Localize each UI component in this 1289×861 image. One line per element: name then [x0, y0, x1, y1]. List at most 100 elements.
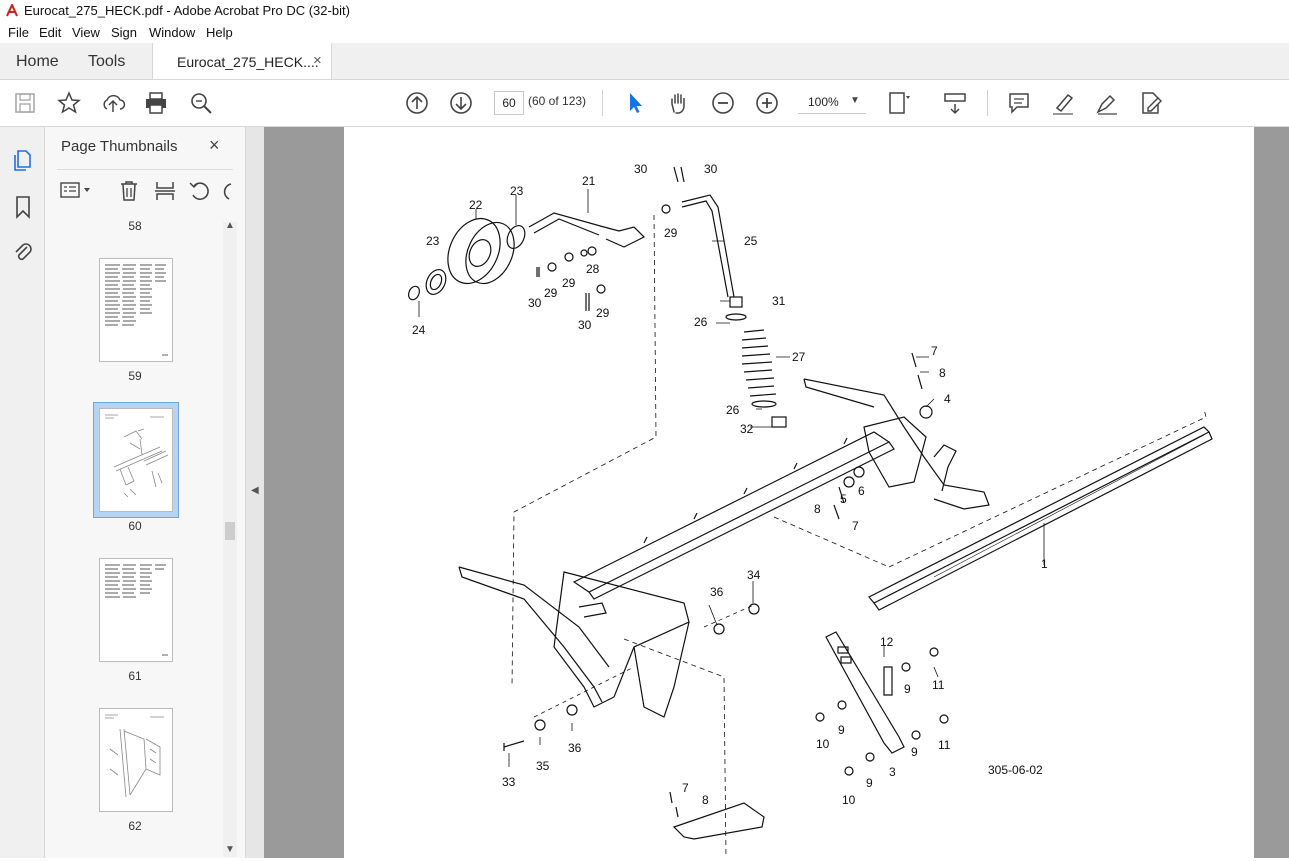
callout-4: 4 [944, 392, 951, 406]
callout-9c: 9 [911, 745, 918, 759]
menu-help[interactable]: Help [206, 25, 233, 40]
thumbnail-preview [105, 564, 168, 656]
thumbnail-page-60[interactable] [99, 408, 173, 512]
print-icon[interactable] [143, 90, 169, 116]
highlight-icon[interactable] [1050, 90, 1076, 116]
callout-3: 3 [889, 765, 896, 779]
thumbnail-preview [105, 264, 168, 356]
callout-23: 23 [426, 234, 440, 248]
callout-29c: 29 [562, 276, 576, 290]
callout-29d: 29 [596, 306, 610, 320]
select-arrow-icon[interactable] [622, 90, 648, 116]
document-viewer[interactable]: 23 22 23 21 30 30 29 25 28 29 29 30 29 3… [264, 127, 1289, 859]
acrobat-logo-icon [6, 4, 18, 17]
scrollbar-thumb[interactable] [225, 522, 235, 540]
zoom-select[interactable]: 100% ▼ [798, 91, 866, 114]
sign-icon[interactable] [1094, 90, 1120, 116]
menu-edit[interactable]: Edit [39, 25, 61, 40]
menu-view[interactable]: View [72, 25, 100, 40]
page-down-icon[interactable] [448, 90, 474, 116]
callout-5: 5 [840, 492, 847, 506]
callout-30b: 30 [704, 162, 718, 176]
tab-tools[interactable]: Tools [88, 53, 125, 71]
delete-icon[interactable] [119, 180, 139, 202]
thumbnail-page-59[interactable] [99, 258, 173, 362]
callout-10b: 10 [842, 793, 856, 807]
menu-window[interactable]: Window [149, 25, 195, 40]
callout-7a: 7 [931, 344, 938, 358]
left-rail [0, 127, 45, 858]
callout-29: 29 [664, 226, 678, 240]
menu-bar: File Edit View Sign Window Help [0, 22, 1289, 43]
callout-8c: 8 [702, 793, 709, 807]
fill-sign-icon[interactable] [1138, 90, 1164, 116]
callout-36a: 36 [710, 585, 724, 599]
window-title: Eurocat_275_HECK.pdf - Adobe Acrobat Pro… [24, 3, 350, 18]
callout-31: 31 [772, 294, 786, 308]
tab-home[interactable]: Home [16, 53, 59, 71]
callout-11b: 11 [938, 738, 951, 752]
exploded-parts-drawing: 23 22 23 21 30 30 29 25 28 29 29 30 29 3… [407, 162, 1213, 859]
comment-icon[interactable] [1006, 90, 1032, 116]
callout-36b: 36 [568, 741, 582, 755]
thumbnail-label: 62 [128, 819, 142, 833]
callout-28: 28 [586, 262, 600, 276]
menu-sign[interactable]: Sign [111, 25, 137, 40]
chevron-down-icon: ▼ [850, 95, 860, 106]
hand-icon[interactable] [666, 90, 692, 116]
save-icon[interactable] [12, 90, 38, 116]
scroll-down-icon[interactable]: ▼ [225, 844, 235, 855]
thumbnail-label: 58 [128, 219, 142, 233]
tab-bar: Home Tools Eurocat_275_HECK.... × [0, 43, 1289, 80]
collapse-panel-icon[interactable]: ◀ [251, 485, 259, 496]
zoom-in-icon[interactable] [754, 90, 780, 116]
toolbar-divider [602, 90, 603, 116]
scroll-mode-icon[interactable] [942, 90, 968, 116]
menu-file[interactable]: File [8, 25, 29, 40]
callout-7c: 7 [682, 781, 689, 795]
thumbnail-toolbar [57, 169, 233, 210]
thumbnail-label: 61 [128, 669, 142, 683]
pdf-page: 23 22 23 21 30 30 29 25 28 29 29 30 29 3… [344, 127, 1254, 859]
panel-close-button[interactable]: × [209, 135, 220, 156]
page-thumbnails-icon[interactable] [12, 148, 34, 172]
callout-24: 24 [412, 323, 426, 337]
tab-document-label: Eurocat_275_HECK.... [177, 54, 319, 70]
attachment-icon[interactable] [12, 240, 34, 264]
tab-close-button[interactable]: × [313, 52, 322, 69]
star-icon[interactable] [56, 90, 82, 116]
upload-icon[interactable] [100, 90, 126, 116]
callout-26b: 26 [726, 403, 740, 417]
title-bar: Eurocat_275_HECK.pdf - Adobe Acrobat Pro… [0, 0, 1289, 22]
panel-title: Page Thumbnails [61, 138, 178, 155]
panel-splitter[interactable]: ◀ [245, 127, 265, 858]
scroll-up-icon[interactable]: ▲ [225, 220, 235, 231]
tab-document[interactable]: Eurocat_275_HECK.... × [152, 43, 332, 79]
callout-33: 33 [502, 775, 516, 789]
page-up-icon[interactable] [404, 90, 430, 116]
thumbnail-page-62[interactable] [99, 708, 173, 812]
rotate-clockwise-icon[interactable] [219, 180, 233, 202]
bookmark-icon[interactable] [14, 195, 32, 219]
callout-30c: 30 [528, 296, 542, 310]
rotate-counterclockwise-icon[interactable] [188, 180, 210, 202]
callout-30d: 30 [578, 318, 592, 332]
thumbnails-panel: Page Thumbnails × 58 59 60 61 62 ▲ ▼ [45, 127, 245, 858]
zoom-search-icon[interactable] [188, 90, 214, 116]
callout-27: 27 [792, 350, 806, 364]
callout-35: 35 [536, 759, 550, 773]
thumbnail-page-61[interactable] [99, 558, 173, 662]
options-menu-icon[interactable] [59, 180, 93, 200]
thumbnail-preview [105, 414, 169, 498]
zoom-out-icon[interactable] [710, 90, 736, 116]
callout-21: 21 [582, 174, 596, 188]
zoom-value: 100% [808, 95, 839, 109]
fit-page-icon[interactable] [886, 90, 912, 116]
extract-page-icon[interactable] [154, 180, 176, 202]
thumbnail-preview [105, 714, 164, 798]
callout-30a: 30 [634, 162, 648, 176]
callout-8a: 8 [939, 366, 946, 380]
callout-12: 12 [880, 635, 894, 649]
page-count: (60 of 123) [528, 94, 587, 108]
page-number-input[interactable]: 60 [494, 91, 524, 115]
